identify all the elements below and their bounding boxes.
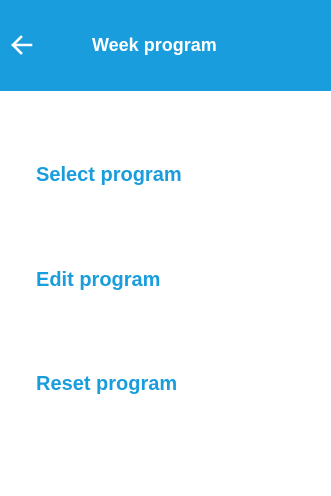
back-button[interactable] <box>6 25 46 65</box>
edit-program-link[interactable]: Edit program <box>36 262 296 298</box>
screen: Week program Select program Edit program… <box>0 0 331 496</box>
select-program-link[interactable]: Select program <box>36 157 296 193</box>
app-bar: Week program <box>0 0 331 91</box>
page-title: Week program <box>92 35 217 55</box>
reset-program-link[interactable]: Reset program <box>36 366 296 402</box>
arrow-left-icon <box>11 35 33 55</box>
